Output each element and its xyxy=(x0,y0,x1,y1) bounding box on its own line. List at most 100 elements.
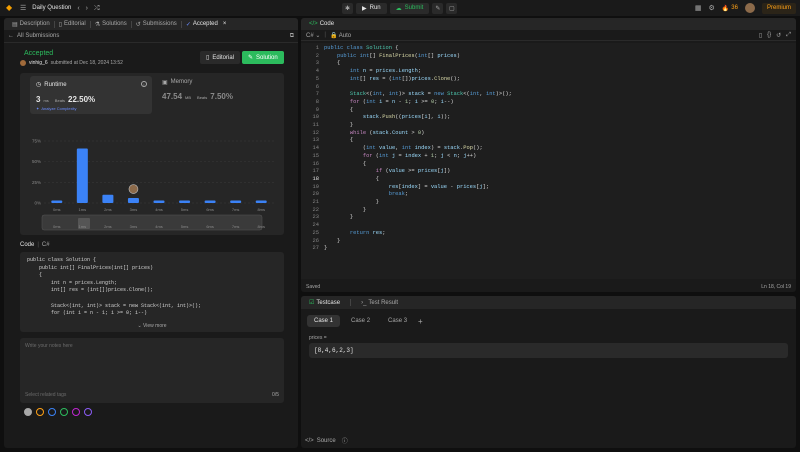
source-button[interactable]: </> Source ⓘ xyxy=(305,436,348,446)
close-icon[interactable]: × xyxy=(223,21,227,27)
comment-icon: ▢ xyxy=(448,5,455,12)
submission-time: submitted at Dec 18, 2024 13:52 xyxy=(50,60,123,66)
stats-box: ◷ Runtime i 3 ms Beats 22.50% ✦ Analyze Co… xyxy=(20,73,284,235)
leetcode-logo-icon[interactable]: ◆ xyxy=(6,4,14,12)
slider-tick-label: 6ms xyxy=(206,224,214,229)
debug-button[interactable]: ✱ xyxy=(342,2,353,14)
runtime-title: ◷ Runtime xyxy=(36,81,67,89)
view-more-button[interactable]: ⌄ View more xyxy=(20,323,284,329)
expand-icon[interactable]: ⤢ xyxy=(786,32,791,39)
submission-user[interactable]: vinhig_6 xyxy=(29,60,48,66)
input-label: prices = xyxy=(309,335,327,341)
runtime-distribution-chart[interactable]: 75% 50% 25% 0% 0ms 0ms 1ms 1ms 2ms 2ms 3ms 3ms 4ms 4m… xyxy=(20,117,284,235)
code-icon: </> xyxy=(309,21,318,27)
testcase-panel: ☑ Testcase ›_ Test Result Case 1 Case 2 Ca… xyxy=(301,296,796,448)
all-submissions-link[interactable]: All Submissions xyxy=(17,33,59,39)
runtime-beats-label: Beats xyxy=(54,98,66,103)
slider-tick-label: 1ms xyxy=(79,224,87,229)
tab-test-result[interactable]: ›_ Test Result xyxy=(357,297,402,309)
note-color-selected[interactable] xyxy=(24,408,32,416)
share-icon[interactable]: ⧉ xyxy=(290,33,294,40)
cursor-position: Ln 18, Col 19 xyxy=(761,283,791,290)
slider-tick-label: 4ms xyxy=(155,224,163,229)
testcase-label: Testcase xyxy=(316,299,341,306)
runtime-card[interactable]: ◷ Runtime i 3 ms Beats 22.50% ✦ Analyze Co… xyxy=(30,76,152,114)
chevron-left-icon[interactable]: ‹ xyxy=(77,5,79,12)
streak-counter[interactable]: 🔥 36 xyxy=(722,5,738,12)
notes-area[interactable]: Write your notes here Select related tag… xyxy=(20,338,284,403)
y-tick-label: 75% xyxy=(32,139,41,144)
code-toolbar: C# ⌄ | 🔒 Auto ▯ {} ↺ ⤢ xyxy=(301,30,796,41)
add-case-icon[interactable]: + xyxy=(418,317,423,326)
memory-beats-pct: 7.50% xyxy=(210,92,233,101)
run-label: Run xyxy=(369,5,381,11)
line-numbers: 1 2 3 4 5 6 7 8 9 10 11 12 13 14 15 16 17 18 19 20 21 22 23 24 2… xyxy=(312,45,319,252)
code-editor[interactable]: 1 2 3 4 5 6 7 8 9 10 11 12 13 14 15 16 17 18 19 20 21 22 23 24 2… xyxy=(301,43,796,279)
x-tick-label: 0ms xyxy=(53,207,61,212)
submission-nav-row: ← All Submissions ⧉ xyxy=(4,30,298,43)
tab-code[interactable]: </> Code xyxy=(305,18,338,30)
memory-beats-label: Beats xyxy=(197,95,208,100)
auto-toggle[interactable]: 🔒 Auto xyxy=(330,32,351,39)
settings-icon[interactable]: ⚙ xyxy=(709,5,715,12)
comment-button[interactable]: ▢ xyxy=(446,2,458,14)
code-preview-text: public class Solution { public int[] Fin… xyxy=(27,257,202,317)
chart-bar xyxy=(102,194,114,203)
chart-bar xyxy=(153,200,165,203)
layout-icon[interactable]: ▦ xyxy=(695,5,702,12)
case-3-tab[interactable]: Case 3 xyxy=(381,315,414,327)
note-color-option[interactable] xyxy=(48,408,56,416)
tab-submissions[interactable]: ↺ Submissions xyxy=(132,18,181,30)
chart-bar xyxy=(204,200,216,203)
tab-solutions[interactable]: ⚗ Solutions xyxy=(91,18,131,30)
note-color-option[interactable] xyxy=(36,408,44,416)
run-button[interactable]: ▶ Run xyxy=(356,2,387,14)
user-avatar[interactable] xyxy=(744,3,755,13)
note-color-option[interactable] xyxy=(84,408,92,416)
tab-accepted[interactable]: ✓ Accepted × xyxy=(182,18,231,30)
tab-description[interactable]: ▤ Description xyxy=(8,18,54,30)
chevron-right-icon[interactable]: › xyxy=(86,5,88,12)
memory-label: Memory xyxy=(170,79,193,85)
test-result-label: Test Result xyxy=(368,299,399,306)
tab-testcase[interactable]: ☑ Testcase xyxy=(305,297,344,309)
case-1-tab[interactable]: Case 1 xyxy=(307,315,341,327)
premium-button[interactable]: Premium xyxy=(761,2,796,14)
history-icon: ↺ xyxy=(135,21,141,28)
solution-button[interactable]: ✎ Solution xyxy=(242,51,284,64)
info-icon[interactable]: ⓘ xyxy=(342,436,348,445)
y-tick-label: 25% xyxy=(32,180,41,185)
info-icon[interactable]: i xyxy=(141,81,147,87)
analyze-complexity-link[interactable]: ✦ Analyze Complexity xyxy=(36,106,76,111)
memory-value: 47.54 MB Beats 7.50% xyxy=(162,92,233,101)
memory-card[interactable]: ▣ Memory xyxy=(162,79,192,86)
bookmark-icon[interactable]: ▯ xyxy=(759,32,762,39)
note-color-option[interactable] xyxy=(60,408,68,416)
list-icon[interactable]: ☰ xyxy=(20,5,26,12)
code-actions: ▯ {} ↺ ⤢ xyxy=(759,32,791,39)
problem-list-title[interactable]: Daily Question xyxy=(32,5,71,11)
tab-editorial[interactable]: ▯ Editorial xyxy=(55,18,90,30)
shuffle-icon[interactable]: ⤮ xyxy=(94,5,100,12)
reset-icon[interactable]: ↺ xyxy=(776,32,781,39)
braces-icon[interactable]: {} xyxy=(767,32,771,39)
notes-input[interactable]: Write your notes here xyxy=(25,343,73,349)
notes-button[interactable]: ✎ xyxy=(432,2,444,14)
submission-status: Accepted xyxy=(24,50,54,57)
input-prices-field[interactable]: [8,4,6,2,3] xyxy=(309,343,788,358)
memory-unit: MB xyxy=(185,95,192,100)
x-tick-label: 1ms xyxy=(79,207,87,212)
tags-select[interactable]: Select related tags xyxy=(25,392,66,398)
submit-button[interactable]: ☁ Submit xyxy=(389,2,430,14)
case-2-tab[interactable]: Case 2 xyxy=(344,315,377,327)
note-color-option[interactable] xyxy=(72,408,80,416)
auto-label: Auto xyxy=(338,32,352,39)
top-bar: ◆ ☰ Daily Question ‹ › ⤮ ✱ ▶ Run ☁ Submit … xyxy=(0,0,800,16)
submission-panel: ▤ Description ▯ Editorial ⚗ Solutions ↺ Subm… xyxy=(4,18,298,448)
arrow-left-icon[interactable]: ← xyxy=(8,33,14,39)
x-tick-label: 5ms xyxy=(181,207,189,212)
language-select[interactable]: C# ⌄ xyxy=(306,32,320,39)
editorial-button[interactable]: ▯ Editorial xyxy=(200,51,240,64)
editor-content[interactable]: public class Solution { public int[] Fin… xyxy=(324,45,512,253)
x-tick-label: 8ms xyxy=(257,207,265,212)
